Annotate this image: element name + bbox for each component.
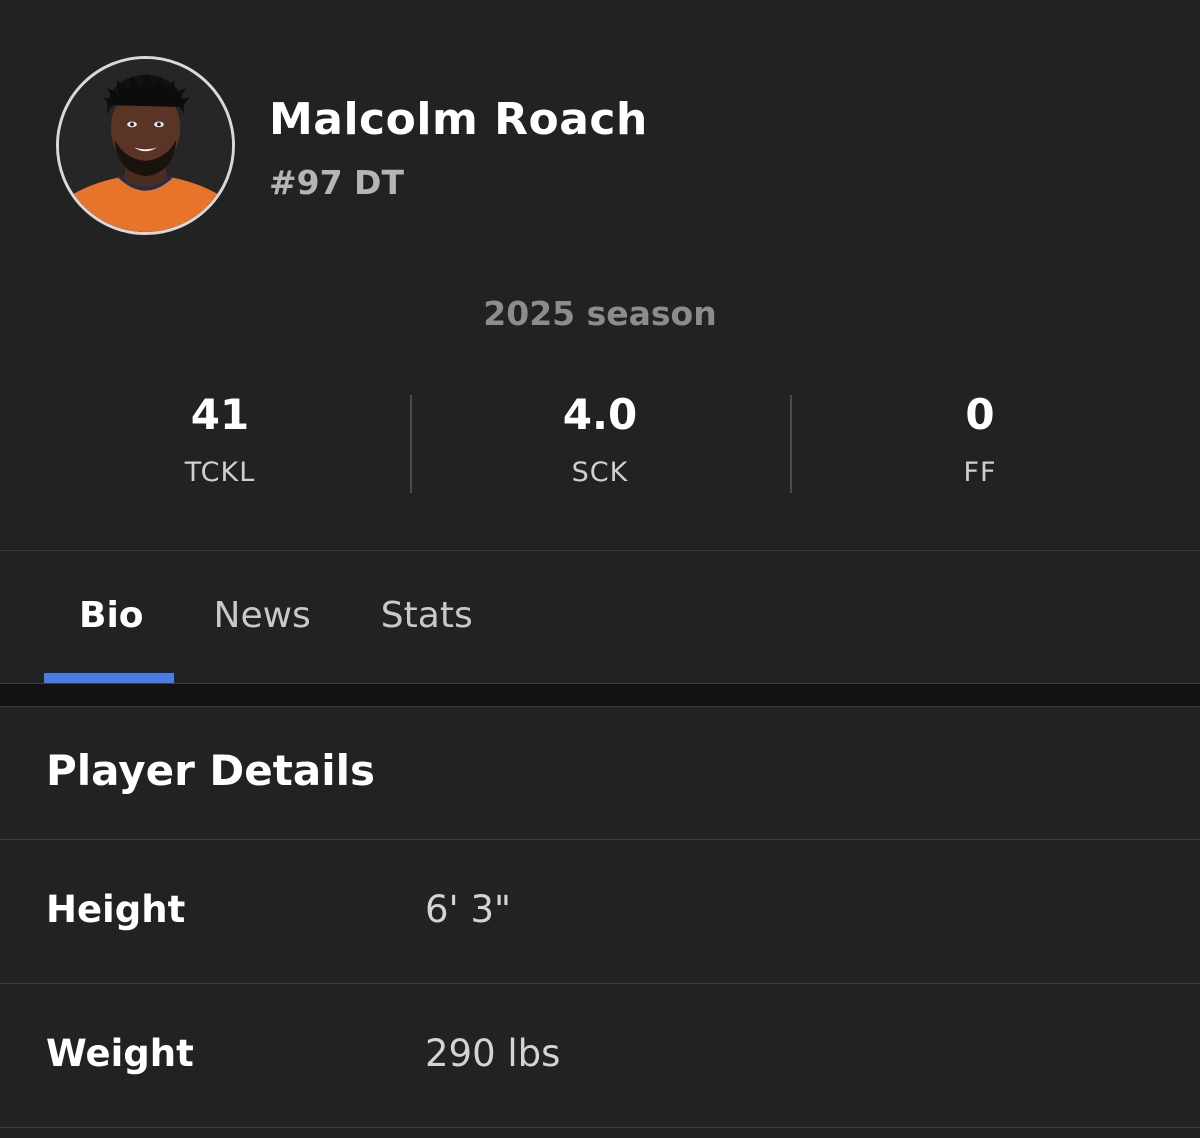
section-separator-line bbox=[0, 706, 1200, 707]
player-profile-page: Malcolm Roach #97 DT 2025 season 41 TCKL… bbox=[0, 0, 1200, 1138]
tab-news[interactable]: News bbox=[179, 586, 346, 646]
detail-label-weight: Weight bbox=[46, 1032, 194, 1075]
row-divider bbox=[0, 839, 1200, 840]
section-separator bbox=[0, 684, 1200, 706]
stat-label: FF bbox=[963, 457, 997, 488]
stat-label: SCK bbox=[571, 457, 629, 488]
player-avatar bbox=[56, 56, 235, 235]
stat-sacks: 4.0 SCK bbox=[410, 380, 790, 500]
row-divider bbox=[0, 983, 1200, 984]
stat-value: 4.0 bbox=[562, 390, 638, 439]
detail-label-height: Height bbox=[46, 888, 186, 931]
stat-forced-fumbles: 0 FF bbox=[790, 380, 1170, 500]
tab-bio[interactable]: Bio bbox=[44, 586, 179, 646]
profile-tabs: Bio News Stats bbox=[44, 586, 508, 646]
player-name: Malcolm Roach bbox=[269, 94, 648, 145]
stat-value: 41 bbox=[190, 390, 250, 439]
active-tab-indicator bbox=[44, 673, 174, 683]
stat-label: TCKL bbox=[184, 457, 256, 488]
season-label: 2025 season bbox=[483, 294, 717, 333]
stat-value: 0 bbox=[965, 390, 995, 439]
section-title: Player Details bbox=[46, 746, 375, 795]
tab-stats[interactable]: Stats bbox=[346, 586, 508, 646]
player-number-position: #97 DT bbox=[269, 163, 404, 202]
detail-value-height: 6' 3" bbox=[425, 888, 512, 931]
stat-tackles: 41 TCKL bbox=[30, 380, 410, 500]
header-divider bbox=[0, 550, 1200, 551]
row-divider bbox=[0, 1127, 1200, 1128]
detail-value-weight: 290 lbs bbox=[425, 1032, 561, 1075]
season-stats: 41 TCKL 4.0 SCK 0 FF bbox=[30, 380, 1170, 500]
